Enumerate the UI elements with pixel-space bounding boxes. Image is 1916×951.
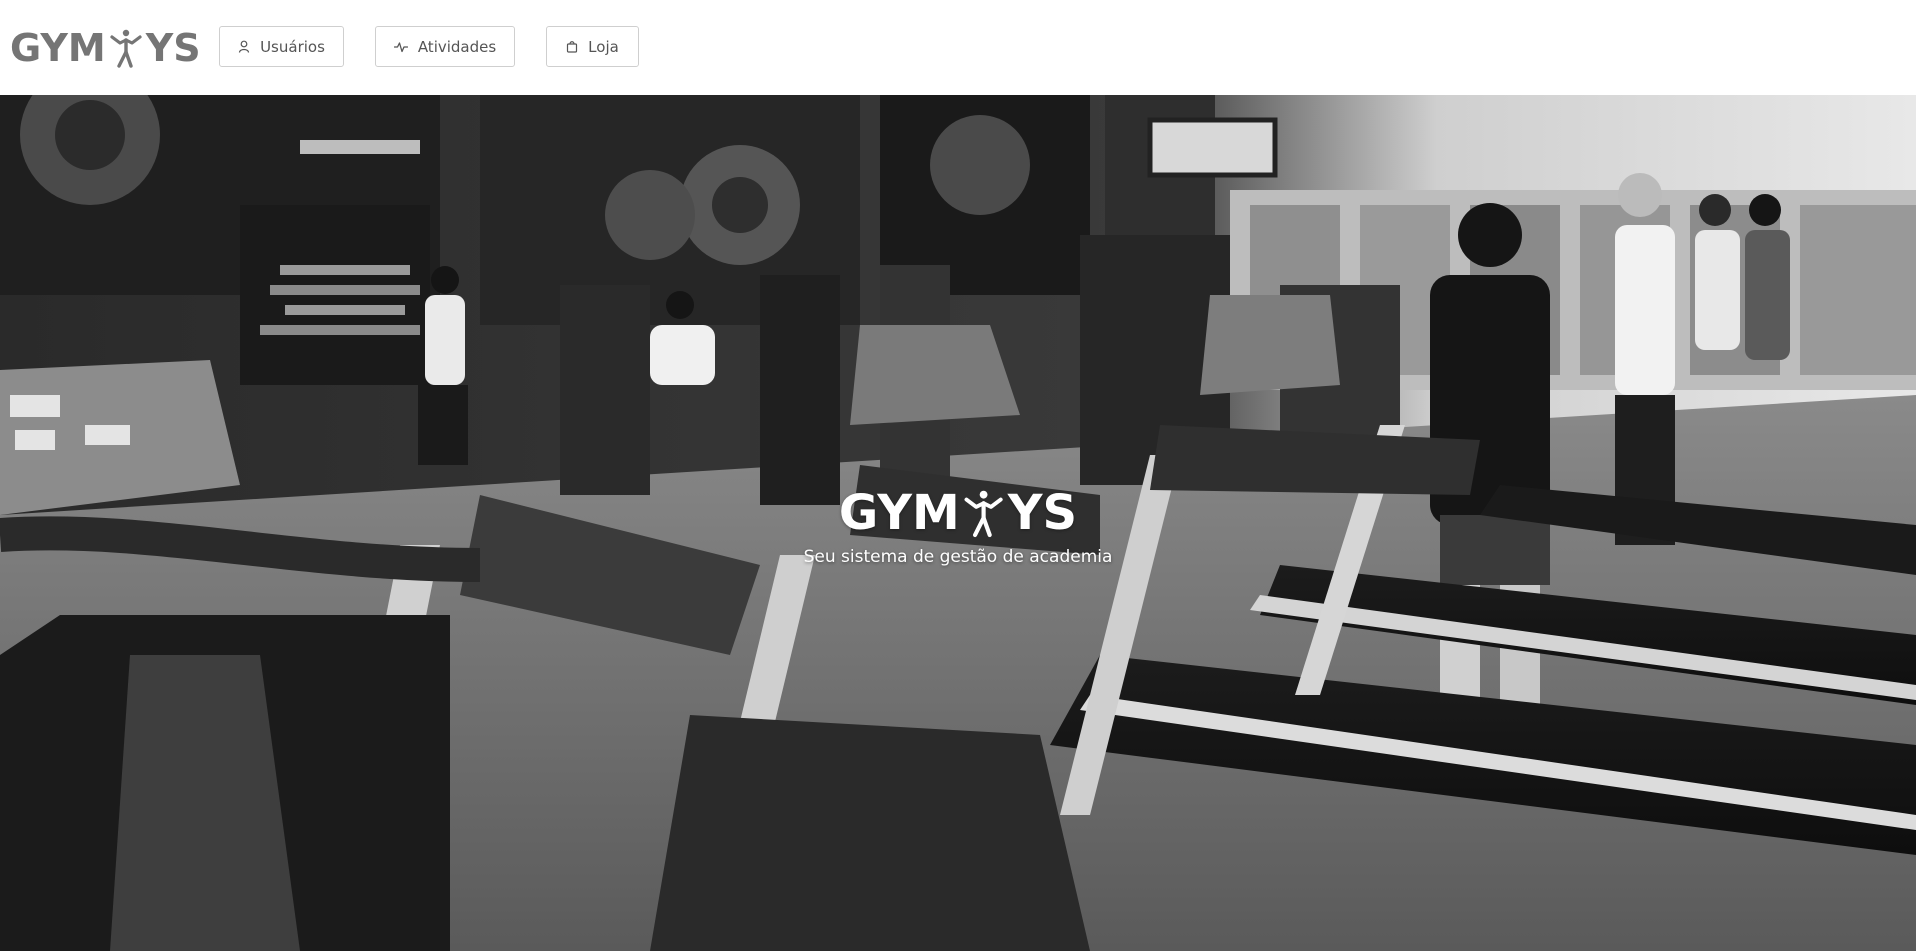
brand-logo-left-text: GYM [10,26,106,70]
hero-banner: GYM YS Seu sistema de gestão de academia [0,95,1916,951]
hero-logo: GYM YS [804,485,1113,541]
nav-store-button[interactable]: Loja [546,26,639,67]
nav-users-label: Usuários [260,37,325,56]
hero-logo-left-text: GYM [838,485,960,541]
nav-store-label: Loja [588,37,619,56]
hero-content: GYM YS Seu sistema de gestão de academia [804,485,1113,567]
hero-logo-right-text: YS [1007,485,1078,541]
nav-users-button[interactable]: Usuários [219,26,344,67]
shopping-bag-icon [566,40,578,53]
nav-activities-button[interactable]: Atividades [375,26,515,67]
activity-pulse-icon [393,41,408,53]
brand-logo-right-text: YS [145,26,201,70]
top-navbar: GYM YS Usuários Atividades Loja [0,0,1916,95]
hero-tagline: Seu sistema de gestão de academia [803,547,1113,567]
nav-activities-label: Atividades [417,37,497,56]
athlete-figure-icon [108,28,144,68]
user-icon [238,40,250,53]
brand-logo[interactable]: GYM YS [10,24,201,72]
athlete-figure-icon [962,488,1006,538]
